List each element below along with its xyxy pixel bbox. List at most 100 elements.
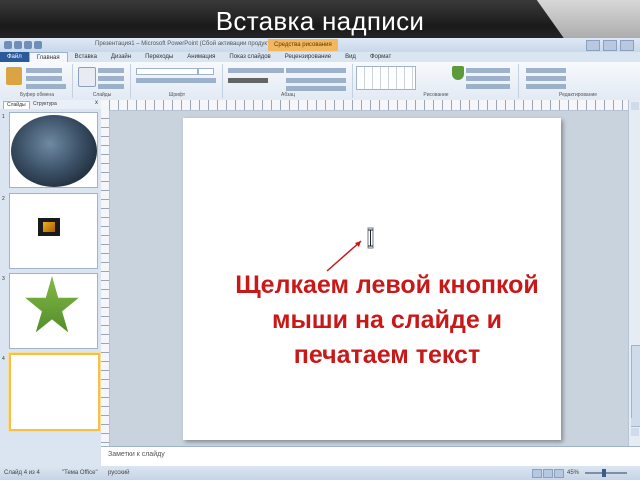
powerpoint-icon[interactable]	[4, 41, 12, 49]
redo-icon[interactable]	[34, 41, 42, 49]
section-button[interactable]	[98, 84, 124, 89]
tab-slides[interactable]: Слайды	[3, 101, 30, 109]
tab-transitions[interactable]: Переходы	[138, 52, 180, 62]
slide-number: 1	[2, 114, 5, 120]
group-paragraph: Абзац	[224, 64, 353, 98]
font-size-select[interactable]	[198, 68, 214, 75]
text-direction-button[interactable]	[286, 68, 346, 73]
slide-counter: Слайд 4 из 4	[4, 470, 40, 476]
status-bar: Слайд 4 из 4 "Тема Office" русский 45%	[0, 466, 640, 480]
group-editing: Редактирование	[520, 64, 636, 98]
context-tab-drawing-tools[interactable]: Средства рисования	[268, 39, 338, 51]
caption-line: мыши на слайде и	[271, 306, 503, 334]
panel-tabs: Слайды Структура x	[0, 100, 101, 109]
vertical-ruler	[101, 110, 110, 446]
font-name-select[interactable]	[136, 68, 198, 75]
format-painter-button[interactable]	[26, 84, 66, 89]
notes-pane[interactable]: Заметки к слайду	[101, 446, 640, 467]
tab-review[interactable]: Рецензирование	[278, 52, 338, 62]
group-clipboard: Буфер обмена	[2, 64, 73, 98]
close-button[interactable]	[620, 40, 634, 51]
tab-view[interactable]: Вид	[338, 52, 363, 62]
slide-sorter-icon[interactable]	[543, 469, 553, 478]
replace-button[interactable]	[526, 76, 566, 81]
group-label-clipboard: Буфер обмена	[20, 92, 54, 98]
group-slides: Слайды	[74, 64, 131, 98]
notes-placeholder: Заметки к слайду	[108, 451, 165, 458]
quick-access-toolbar	[4, 41, 42, 49]
language-indicator[interactable]: русский	[108, 470, 130, 476]
reset-button[interactable]	[98, 76, 124, 81]
shapes-gallery[interactable]	[356, 66, 416, 90]
text-cursor-icon	[367, 227, 374, 249]
horizontal-ruler	[101, 100, 628, 111]
next-slide-icon[interactable]	[631, 428, 639, 436]
slides-panel: Слайды Структура x 1 2 3 4	[0, 100, 102, 466]
group-label-paragraph: Абзац	[280, 92, 296, 98]
smartart-button[interactable]	[286, 86, 346, 91]
shape-effects-button[interactable]	[466, 84, 510, 89]
undo-icon[interactable]	[24, 41, 32, 49]
slide-number: 3	[2, 276, 5, 282]
tab-file[interactable]: Файл	[0, 52, 29, 62]
scroll-up-icon[interactable]	[631, 102, 639, 110]
tab-outline[interactable]: Структура	[30, 101, 60, 108]
previous-slide-icon[interactable]	[631, 418, 639, 426]
shape-fill-button[interactable]	[466, 68, 510, 73]
font-format-buttons[interactable]	[136, 78, 216, 83]
star-shape	[25, 276, 79, 333]
theme-name: "Тема Office"	[62, 470, 98, 476]
align-text-button[interactable]	[286, 78, 346, 83]
tab-slideshow[interactable]: Показ слайдов	[222, 52, 277, 62]
window-controls	[586, 40, 634, 51]
slide-thumbnail-4[interactable]	[9, 353, 100, 431]
group-label-editing: Редактирование	[558, 92, 598, 98]
banner-title: Вставка надписи	[215, 6, 425, 36]
maximize-button[interactable]	[603, 40, 617, 51]
document-title: Презентация1 – Microsoft PowerPoint (Сбо…	[95, 41, 276, 47]
select-button[interactable]	[526, 84, 566, 89]
paste-icon[interactable]	[6, 67, 22, 85]
minimize-button[interactable]	[586, 40, 600, 51]
caption-line: печатаем текст	[293, 341, 481, 369]
ribbon: Буфер обмена Слайды Шрифт Абзац Рисовани…	[0, 62, 640, 101]
save-icon[interactable]	[14, 41, 22, 49]
small-picture	[38, 218, 60, 236]
tab-insert[interactable]: Вставка	[68, 52, 104, 62]
zoom-slider[interactable]	[585, 472, 627, 474]
scrollbar-thumb[interactable]	[631, 345, 640, 427]
zoom-level[interactable]: 45%	[567, 470, 579, 476]
shape-outline-button[interactable]	[466, 76, 510, 81]
copy-button[interactable]	[26, 76, 62, 81]
tab-format[interactable]: Формат	[363, 52, 398, 62]
normal-view-icon[interactable]	[532, 469, 542, 478]
align-buttons[interactable]	[228, 78, 268, 83]
list-buttons[interactable]	[228, 68, 284, 73]
slide-thumbnail-1[interactable]	[9, 112, 98, 188]
slide-thumbnail-3[interactable]	[9, 273, 98, 349]
ribbon-tabs: Файл Главная Вставка Дизайн Переходы Ани…	[0, 52, 640, 62]
slide-number: 4	[2, 356, 5, 362]
new-slide-icon[interactable]	[78, 67, 96, 87]
vertical-scrollbar[interactable]	[628, 100, 640, 446]
slide-thumbnail-2[interactable]	[9, 193, 98, 269]
panel-close-button[interactable]: x	[95, 100, 98, 106]
layout-button[interactable]	[98, 68, 124, 73]
instruction-caption: Щелкаем левой кнопкой мыши на слайде и п…	[190, 268, 584, 373]
cut-button[interactable]	[26, 68, 62, 73]
window-titlebar: Презентация1 – Microsoft PowerPoint (Сбо…	[0, 38, 640, 52]
group-font: Шрифт	[132, 64, 223, 98]
group-label-font: Шрифт	[168, 92, 186, 98]
tab-animation[interactable]: Анимация	[180, 52, 222, 62]
rock-image	[11, 115, 97, 187]
group-label-drawing: Рисование	[423, 92, 449, 98]
quick-styles-icon[interactable]	[452, 66, 464, 80]
group-label-slides: Слайды	[92, 92, 112, 98]
reading-view-icon[interactable]	[554, 469, 564, 478]
caption-line: Щелкаем левой кнопкой	[235, 271, 539, 299]
find-button[interactable]	[526, 68, 566, 73]
slide-number: 2	[2, 196, 5, 202]
tab-home[interactable]: Главная	[28, 52, 68, 62]
tab-design[interactable]: Дизайн	[104, 52, 138, 62]
zoom-slider-handle[interactable]	[602, 469, 606, 477]
